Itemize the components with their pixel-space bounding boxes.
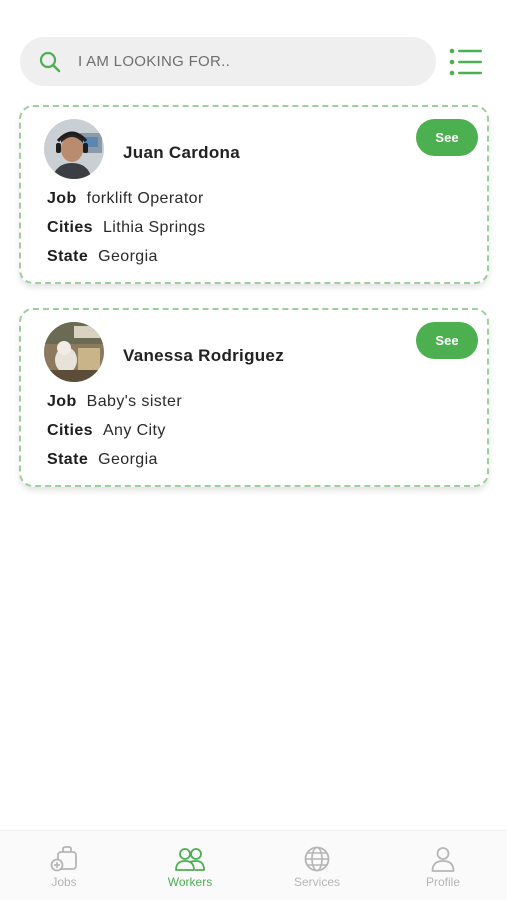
cities-label: Cities <box>47 219 93 236</box>
nav-label: Services <box>293 875 340 889</box>
nav-label: Workers <box>167 875 213 889</box>
state-label: State <box>47 451 89 468</box>
cities-value: Lithia Springs <box>102 219 206 236</box>
job-row: Job Baby's sister <box>47 393 182 411</box>
worker-name: Juan Cardona <box>123 143 240 162</box>
job-row: Job forklift Operator <box>47 190 204 208</box>
globe-icon <box>304 846 330 872</box>
worker-card[interactable]: Juan Cardona See Job forklift Operator Ci… <box>19 105 489 284</box>
job-value: forklift Operator <box>86 190 204 207</box>
nav-item-profile[interactable]: Profile <box>403 845 483 895</box>
nav-item-services[interactable]: Services <box>277 845 357 895</box>
worker-name: Vanessa Rodriguez <box>123 346 284 365</box>
state-row: State Georgia <box>47 451 158 469</box>
see-button[interactable]: See <box>416 322 478 359</box>
cities-row: Cities Any City <box>47 422 166 440</box>
job-label: Job <box>47 393 77 410</box>
user-icon <box>431 847 455 872</box>
bottom-nav: Jobs Workers Services Profile <box>0 830 507 900</box>
cities-row: Cities Lithia Springs <box>47 219 206 237</box>
nav-label: Jobs <box>51 875 77 889</box>
search-input[interactable] <box>78 37 418 86</box>
users-icon <box>175 848 205 871</box>
cities-value: Any City <box>102 422 166 439</box>
avatar <box>44 119 104 179</box>
cities-label: Cities <box>47 422 93 439</box>
search-icon <box>39 51 61 73</box>
list-menu-icon[interactable] <box>449 47 483 77</box>
nav-item-workers[interactable]: Workers <box>150 845 230 895</box>
worker-card[interactable]: Vanessa Rodriguez See Job Baby's sister C… <box>19 308 489 487</box>
job-label: Job <box>47 190 77 207</box>
search-bar[interactable] <box>20 37 436 86</box>
briefcase-plus-icon <box>50 846 77 872</box>
state-row: State Georgia <box>47 248 158 266</box>
nav-label: Profile <box>425 875 460 889</box>
avatar <box>44 322 104 382</box>
state-value: Georgia <box>98 451 158 468</box>
state-value: Georgia <box>98 248 158 265</box>
nav-item-jobs[interactable]: Jobs <box>24 845 104 895</box>
see-button[interactable]: See <box>416 119 478 156</box>
job-value: Baby's sister <box>86 393 183 410</box>
state-label: State <box>47 248 89 265</box>
